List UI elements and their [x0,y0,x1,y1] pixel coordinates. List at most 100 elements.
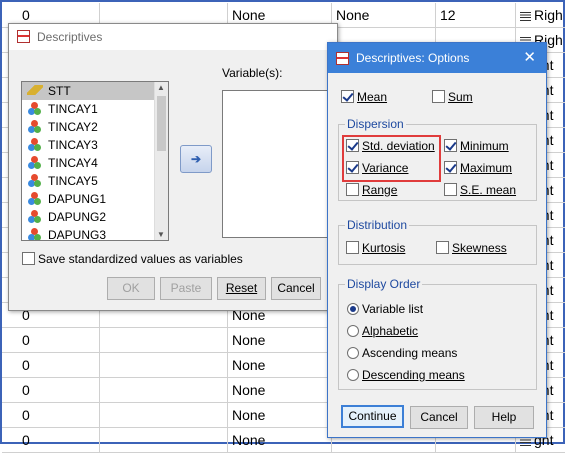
save-standardized-checkbox[interactable] [22,252,35,266]
ascending-means-radio[interactable] [347,346,359,359]
cell-text: 12 [440,7,456,23]
ascending-means-label: Ascending means [362,345,458,360]
close-icon[interactable]: ✕ [523,48,536,66]
nominal-variable-icon [28,102,42,116]
descending-means-radio[interactable] [347,368,359,381]
variable-list-option[interactable]: Variable list [347,301,423,316]
reset-label: Reset [225,281,258,295]
align-right-icon [520,11,531,21]
minimum-checkbox[interactable] [444,139,457,153]
list-item[interactable]: STT [22,82,168,100]
table-cell[interactable]: 0 [18,328,100,353]
table-cell[interactable]: None [228,403,332,428]
table-cell[interactable] [100,378,228,403]
minimum-option[interactable]: Minimum [444,138,509,153]
table-cell[interactable] [100,403,228,428]
list-item[interactable]: TINCAY5 [22,172,168,190]
table-cell[interactable]: Righ [516,3,565,28]
mean-label: Mean [357,89,388,104]
dispersion-group-title: Dispersion [345,117,406,131]
sum-option[interactable]: Sum [432,89,473,104]
table-cell[interactable]: None [228,428,332,453]
nominal-variable-icon [28,156,42,170]
list-item[interactable]: DAPUNG1 [22,190,168,208]
alphabetic-label: Alphabetic [362,323,419,338]
scroll-down-icon[interactable]: ▼ [157,230,165,239]
cell-text: 0 [22,357,30,373]
table-cell[interactable]: None [228,353,332,378]
cell-text: None [336,7,370,23]
alphabetic-option[interactable]: Alphabetic [347,323,418,338]
variable-list-scrollbar[interactable]: ▲ ▼ [154,82,168,240]
list-item[interactable]: TINCAY3 [22,136,168,154]
cancel-button[interactable]: Cancel [271,277,321,300]
range-checkbox[interactable] [346,183,359,197]
mean-checkbox[interactable] [341,90,354,104]
descriptives-titlebar[interactable]: Descriptives [9,24,337,50]
mean-option[interactable]: Mean [341,89,387,104]
se-mean-checkbox[interactable] [444,183,457,197]
se-mean-label: S.E. mean [460,182,517,197]
descriptives-dialog: Descriptives STT TINCAY1 TINCAY2 TINCAY3 TIN… [8,23,339,311]
cell-text: Righ [534,7,563,23]
target-variable-list[interactable] [222,90,339,238]
table-cell[interactable]: 0 [18,403,100,428]
table-cell[interactable]: 0 [18,428,100,453]
table-cell[interactable] [100,328,228,353]
table-cell[interactable]: 0 [18,378,100,403]
sum-checkbox[interactable] [432,90,445,104]
cell-text: 0 [22,332,30,348]
options-title: Descriptives: Options [356,51,470,65]
cell-text: None [232,357,266,373]
kurtosis-option[interactable]: Kurtosis [346,240,405,255]
ok-button[interactable]: OK [107,277,155,300]
skewness-checkbox[interactable] [436,241,449,255]
nominal-variable-icon [28,174,42,188]
display-order-group-title: Display Order [345,277,423,291]
nominal-variable-icon [28,210,42,224]
list-item[interactable]: DAPUNG3 [22,226,168,241]
save-standardized-option[interactable]: Save standardized values as variables [22,251,243,266]
align-right-icon [520,436,531,446]
scroll-thumb[interactable] [157,96,166,151]
options-titlebar[interactable]: Descriptives: Options ✕ [328,43,546,73]
move-variable-button[interactable]: ➔ [180,145,212,173]
se-mean-option[interactable]: S.E. mean [444,182,516,197]
ascending-means-option[interactable]: Ascending means [347,345,457,360]
table-cell[interactable]: None [332,3,436,28]
options-cancel-button[interactable]: Cancel [410,406,468,429]
table-cell[interactable] [100,353,228,378]
skewness-option[interactable]: Skewness [436,240,507,255]
maximum-checkbox[interactable] [444,161,457,175]
variable-name: DAPUNG1 [48,192,107,206]
table-cell[interactable] [100,428,228,453]
cell-text: 0 [22,7,30,23]
alphabetic-radio[interactable] [347,324,359,337]
table-cell[interactable]: None [228,378,332,403]
descending-means-option[interactable]: Descending means [347,367,465,382]
table-cell[interactable]: 0 [18,353,100,378]
table-cell[interactable]: None [228,328,332,353]
source-variable-list[interactable]: STT TINCAY1 TINCAY2 TINCAY3 TINCAY4 TINCAY5 DA… [21,81,169,241]
kurtosis-checkbox[interactable] [346,241,359,255]
list-item[interactable]: DAPUNG2 [22,208,168,226]
variable-list-radio[interactable] [347,302,359,315]
help-button[interactable]: Help [474,406,534,429]
list-item[interactable]: TINCAY1 [22,100,168,118]
cell-text: 0 [22,432,30,448]
continue-button[interactable]: Continue [341,405,404,428]
nominal-variable-icon [28,120,42,134]
paste-button[interactable]: Paste [160,277,212,300]
scroll-up-icon[interactable]: ▲ [157,83,165,92]
table-cell[interactable]: 12 [436,3,516,28]
variable-name: DAPUNG3 [48,228,107,241]
nominal-variable-icon [28,192,42,206]
variable-name: TINCAY2 [48,120,98,134]
cell-text: None [232,407,266,423]
list-item[interactable]: TINCAY2 [22,118,168,136]
range-option[interactable]: Range [346,182,397,197]
display-order-group: Display Order Variable list Alphabetic A… [338,277,537,390]
maximum-option[interactable]: Maximum [444,160,512,175]
reset-button[interactable]: Reset [217,277,266,300]
list-item[interactable]: TINCAY4 [22,154,168,172]
